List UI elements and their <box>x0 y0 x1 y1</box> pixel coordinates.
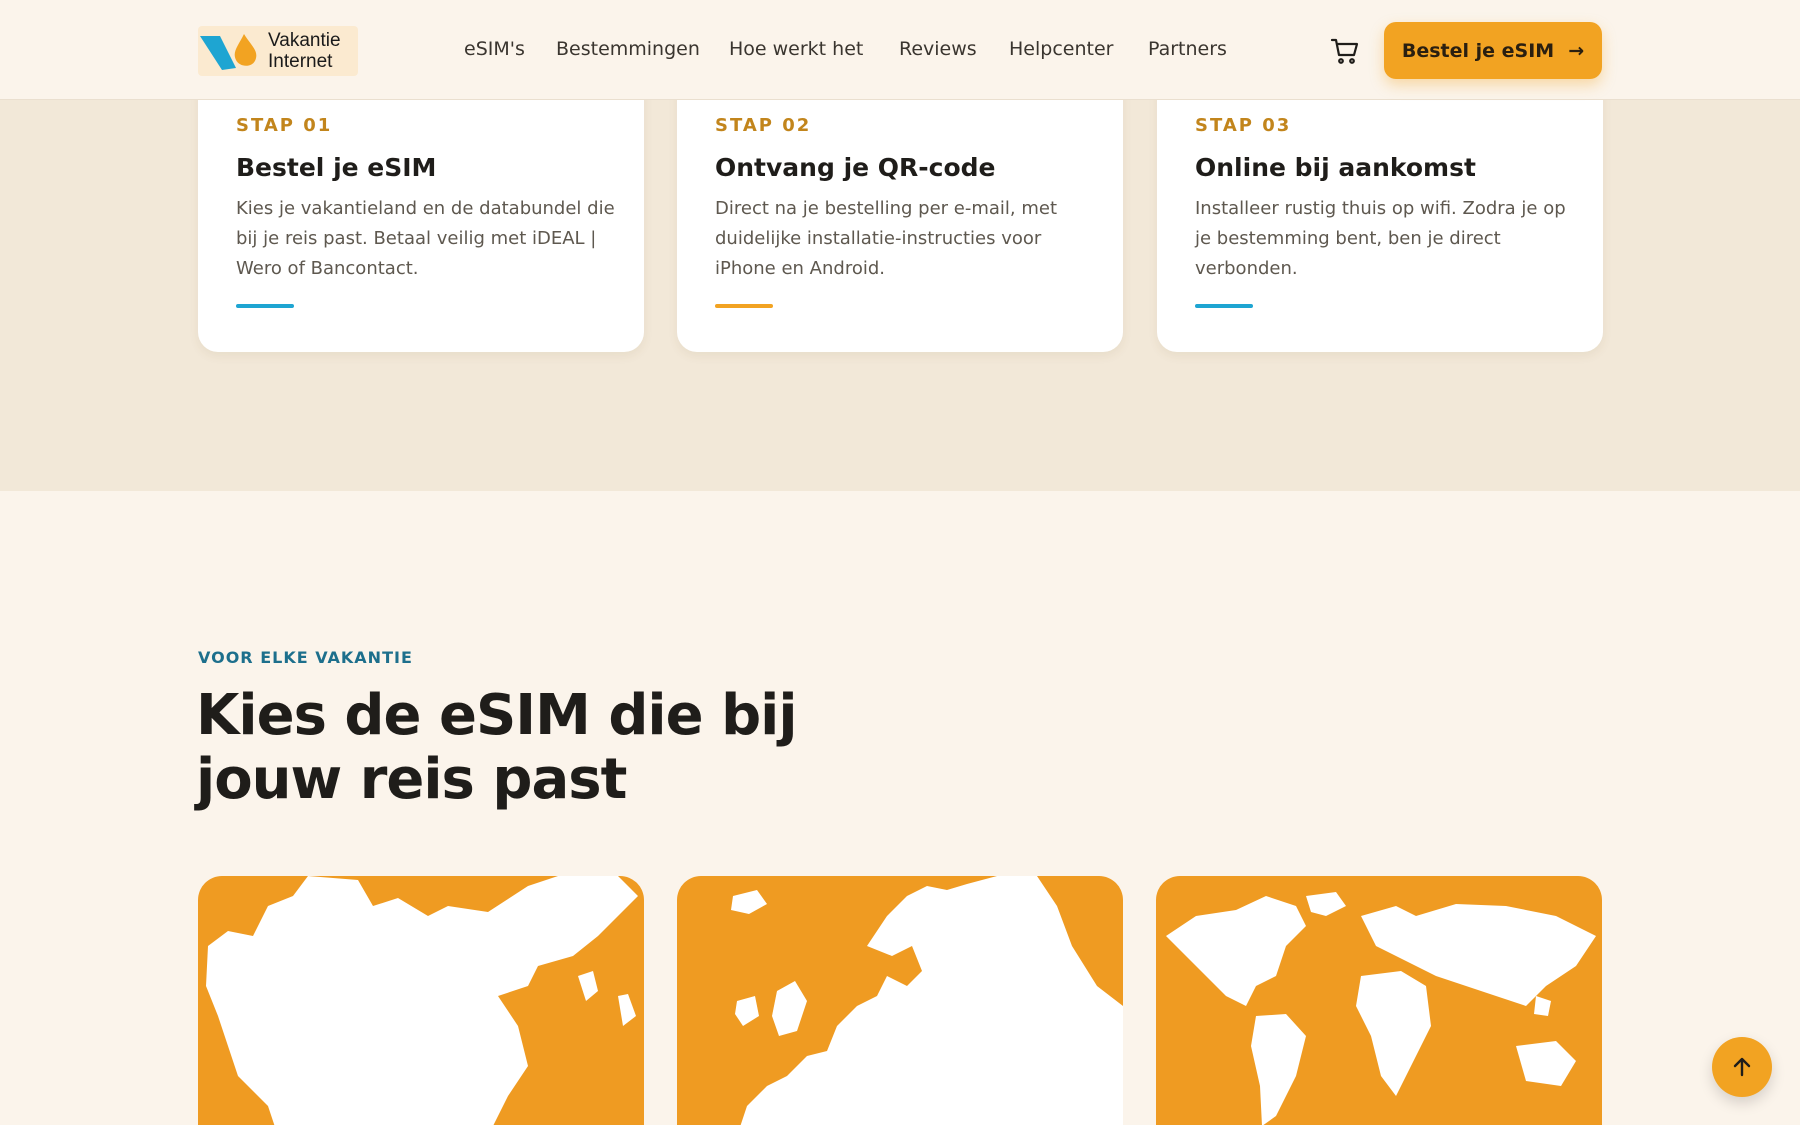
step-title: Bestel je eSIM <box>236 153 437 182</box>
site-logo[interactable]: Vakantie Internet <box>198 26 358 76</box>
step-title: Online bij aankomst <box>1195 153 1476 182</box>
step-accent-bar <box>1195 304 1253 308</box>
step-description: Direct na je bestelling per e-mail, met … <box>715 198 1058 279</box>
logo-text: Vakantie Internet <box>268 30 341 72</box>
china-map-icon <box>206 876 638 1125</box>
step-card-2: STAP 02 Ontvang je QR-code Direct na je … <box>677 71 1123 352</box>
steps-section: STAP 01 Bestel je eSIM Kies je vakantiel… <box>0 71 1800 491</box>
nav-item-partners[interactable]: Partners <box>1148 38 1227 60</box>
cart-icon <box>1330 38 1359 64</box>
step-description: Installeer rustig thuis op wifi. Zodra j… <box>1195 198 1566 279</box>
step-accent-bar <box>715 304 773 308</box>
order-esim-label: Bestel je eSIM <box>1401 39 1555 62</box>
headline-line-2: jouw reis past <box>196 747 627 812</box>
esim-card-europe[interactable] <box>677 876 1123 1125</box>
nav-item-esims[interactable]: eSIM's <box>464 38 525 60</box>
logo-line-1: Vakantie <box>268 30 341 51</box>
esim-card-china[interactable] <box>198 876 644 1125</box>
section-eyebrow: VOOR ELKE VAKANTIE <box>198 648 413 667</box>
logo-line-2: Internet <box>268 51 333 72</box>
step-label: STAP 01 <box>236 115 333 136</box>
step-title: Ontvang je QR-code <box>715 153 996 182</box>
order-esim-button[interactable]: Bestel je eSIM → <box>1384 22 1602 79</box>
esim-card-world[interactable] <box>1156 876 1602 1125</box>
site-header: Vakantie Internet eSIM's Bestemmingen Ho… <box>0 0 1800 100</box>
step-accent-bar <box>236 304 294 308</box>
cart-button[interactable] <box>1330 36 1360 66</box>
nav-item-helpcenter[interactable]: Helpcenter <box>1009 38 1113 60</box>
arrow-up-icon <box>1733 1057 1751 1077</box>
world-map-icon <box>1166 892 1596 1125</box>
step-card-1: STAP 01 Bestel je eSIM Kies je vakantiel… <box>198 71 644 352</box>
logo-mark-icon <box>200 34 257 70</box>
headline-line-1: Kies de eSIM die bij <box>196 683 798 748</box>
step-description: Kies je vakantieland en de databundel di… <box>236 198 615 279</box>
nav-item-reviews[interactable]: Reviews <box>899 38 977 60</box>
section-headline: Kies de eSIM die bij jouw reis past <box>196 684 836 812</box>
europe-map-icon <box>731 876 1123 1125</box>
nav-item-hoe-werkt-het[interactable]: Hoe werkt het <box>729 38 863 60</box>
arrow-right-icon: → <box>1568 39 1585 62</box>
step-label: STAP 03 <box>1195 115 1292 136</box>
scroll-to-top-button[interactable] <box>1712 1037 1772 1097</box>
step-card-3: STAP 03 Online bij aankomst Installeer r… <box>1157 71 1603 352</box>
nav-item-bestemmingen[interactable]: Bestemmingen <box>556 38 700 60</box>
step-label: STAP 02 <box>715 115 812 136</box>
